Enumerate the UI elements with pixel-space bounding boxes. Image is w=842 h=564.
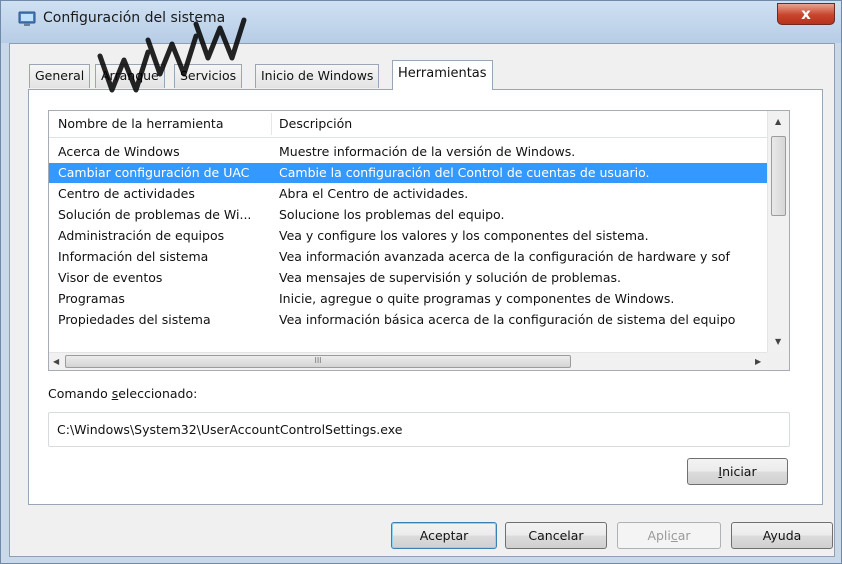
- tool-name: Administración de equipos: [58, 228, 225, 243]
- selected-command-label: Comando seleccionado:: [48, 386, 197, 401]
- scrollbar-corner: [767, 352, 789, 370]
- title-bar[interactable]: Configuración del sistema x: [1, 1, 841, 43]
- list-item[interactable]: Programas Inicie, agregue o quite progra…: [49, 289, 767, 309]
- label-text: Comando: [48, 386, 112, 401]
- scroll-up-icon[interactable]: ▲: [775, 117, 781, 126]
- tool-name: Información del sistema: [58, 249, 209, 264]
- apply-button[interactable]: Aplicar: [617, 522, 721, 549]
- list-item[interactable]: Información del sistema Vea información …: [49, 247, 767, 267]
- vertical-scroll-thumb[interactable]: [771, 136, 786, 216]
- tool-description: Vea información básica acerca de la conf…: [279, 312, 736, 327]
- column-header-description[interactable]: Descripción: [279, 116, 352, 131]
- system-config-icon: [18, 11, 36, 26]
- button-accelerator: c: [670, 528, 678, 543]
- tool-name: Solución de problemas de Wi...: [58, 207, 252, 222]
- tool-description: Vea información avanzada acerca de la co…: [279, 249, 730, 264]
- close-button[interactable]: x: [777, 3, 835, 25]
- list-item-selected[interactable]: Cambiar configuración de UAC Cambie la c…: [49, 163, 767, 183]
- tool-description: Cambie la configuración del Control de c…: [279, 165, 650, 180]
- button-label: Apli: [647, 528, 671, 543]
- tool-description: Inicie, agregue o quite programas y comp…: [279, 291, 675, 306]
- scroll-down-icon[interactable]: ▼: [775, 337, 781, 346]
- list-item[interactable]: Visor de eventos Vea mensajes de supervi…: [49, 268, 767, 288]
- tab-boot[interactable]: Arranque: [95, 64, 165, 88]
- button-label: ar: [677, 528, 691, 543]
- vertical-scrollbar[interactable]: ▲ ▼: [767, 111, 789, 352]
- horizontal-scrollbar[interactable]: ◀ III ▶: [49, 352, 767, 370]
- close-icon: x: [801, 5, 811, 23]
- tab-startup[interactable]: Inicio de Windows: [255, 64, 380, 88]
- list-item[interactable]: Administración de equipos Vea y configur…: [49, 226, 767, 246]
- help-button[interactable]: Ayuda: [731, 522, 833, 549]
- launch-button[interactable]: Iniciar: [687, 458, 788, 485]
- tab-label: Servicios: [180, 68, 237, 83]
- tool-description: Vea y configure los valores y los compon…: [279, 228, 649, 243]
- tool-description: Solucione los problemas del equipo.: [279, 207, 505, 222]
- tool-description: Abra el Centro de actividades.: [279, 186, 469, 201]
- tab-label: Herramientas: [398, 66, 487, 81]
- scroll-right-icon[interactable]: ▶: [755, 357, 761, 366]
- selected-command-field[interactable]: C:\Windows\System32\UserAccountControlSe…: [48, 412, 790, 447]
- tool-name: Acerca de Windows: [58, 144, 180, 159]
- tab-label: Inicio de Windows: [261, 68, 374, 83]
- tool-name: Centro de actividades: [58, 186, 195, 201]
- column-header-name[interactable]: Nombre de la herramienta: [58, 116, 224, 131]
- tool-name: Programas: [58, 291, 125, 306]
- tool-name: Cambiar configuración de UAC: [58, 165, 250, 180]
- list-header: Nombre de la herramienta Descripción: [49, 111, 767, 138]
- tools-list[interactable]: Nombre de la herramienta Descripción Ace…: [48, 110, 790, 371]
- scroll-left-icon[interactable]: ◀: [53, 357, 59, 366]
- tab-services[interactable]: Servicios: [174, 64, 243, 88]
- tool-description: Vea mensajes de supervisión y solución d…: [279, 270, 621, 285]
- horizontal-scroll-thumb[interactable]: III: [65, 355, 571, 368]
- window-title: Configuración del sistema: [43, 10, 226, 26]
- button-label: niciar: [722, 464, 757, 479]
- scroll-grip-icon: III: [314, 356, 322, 365]
- list-item[interactable]: Solución de problemas de Wi... Solucione…: [49, 205, 767, 225]
- column-divider[interactable]: [271, 113, 272, 135]
- tool-name: Visor de eventos: [58, 270, 163, 285]
- list-item[interactable]: Propiedades del sistema Vea información …: [49, 310, 767, 328]
- ok-button[interactable]: Aceptar: [391, 522, 497, 549]
- label-text: eleccionado:: [118, 386, 198, 401]
- tool-description: Muestre información de la versión de Win…: [279, 144, 576, 159]
- tab-label: General: [35, 68, 85, 83]
- list-item[interactable]: Acerca de Windows Muestre información de…: [49, 142, 767, 162]
- cancel-button[interactable]: Cancelar: [505, 522, 607, 549]
- tab-general[interactable]: General: [29, 64, 91, 88]
- tab-label: Arranque: [101, 68, 159, 83]
- tool-name: Propiedades del sistema: [58, 312, 211, 327]
- tab-tools[interactable]: Herramientas: [392, 60, 493, 90]
- list-item[interactable]: Centro de actividades Abra el Centro de …: [49, 184, 767, 204]
